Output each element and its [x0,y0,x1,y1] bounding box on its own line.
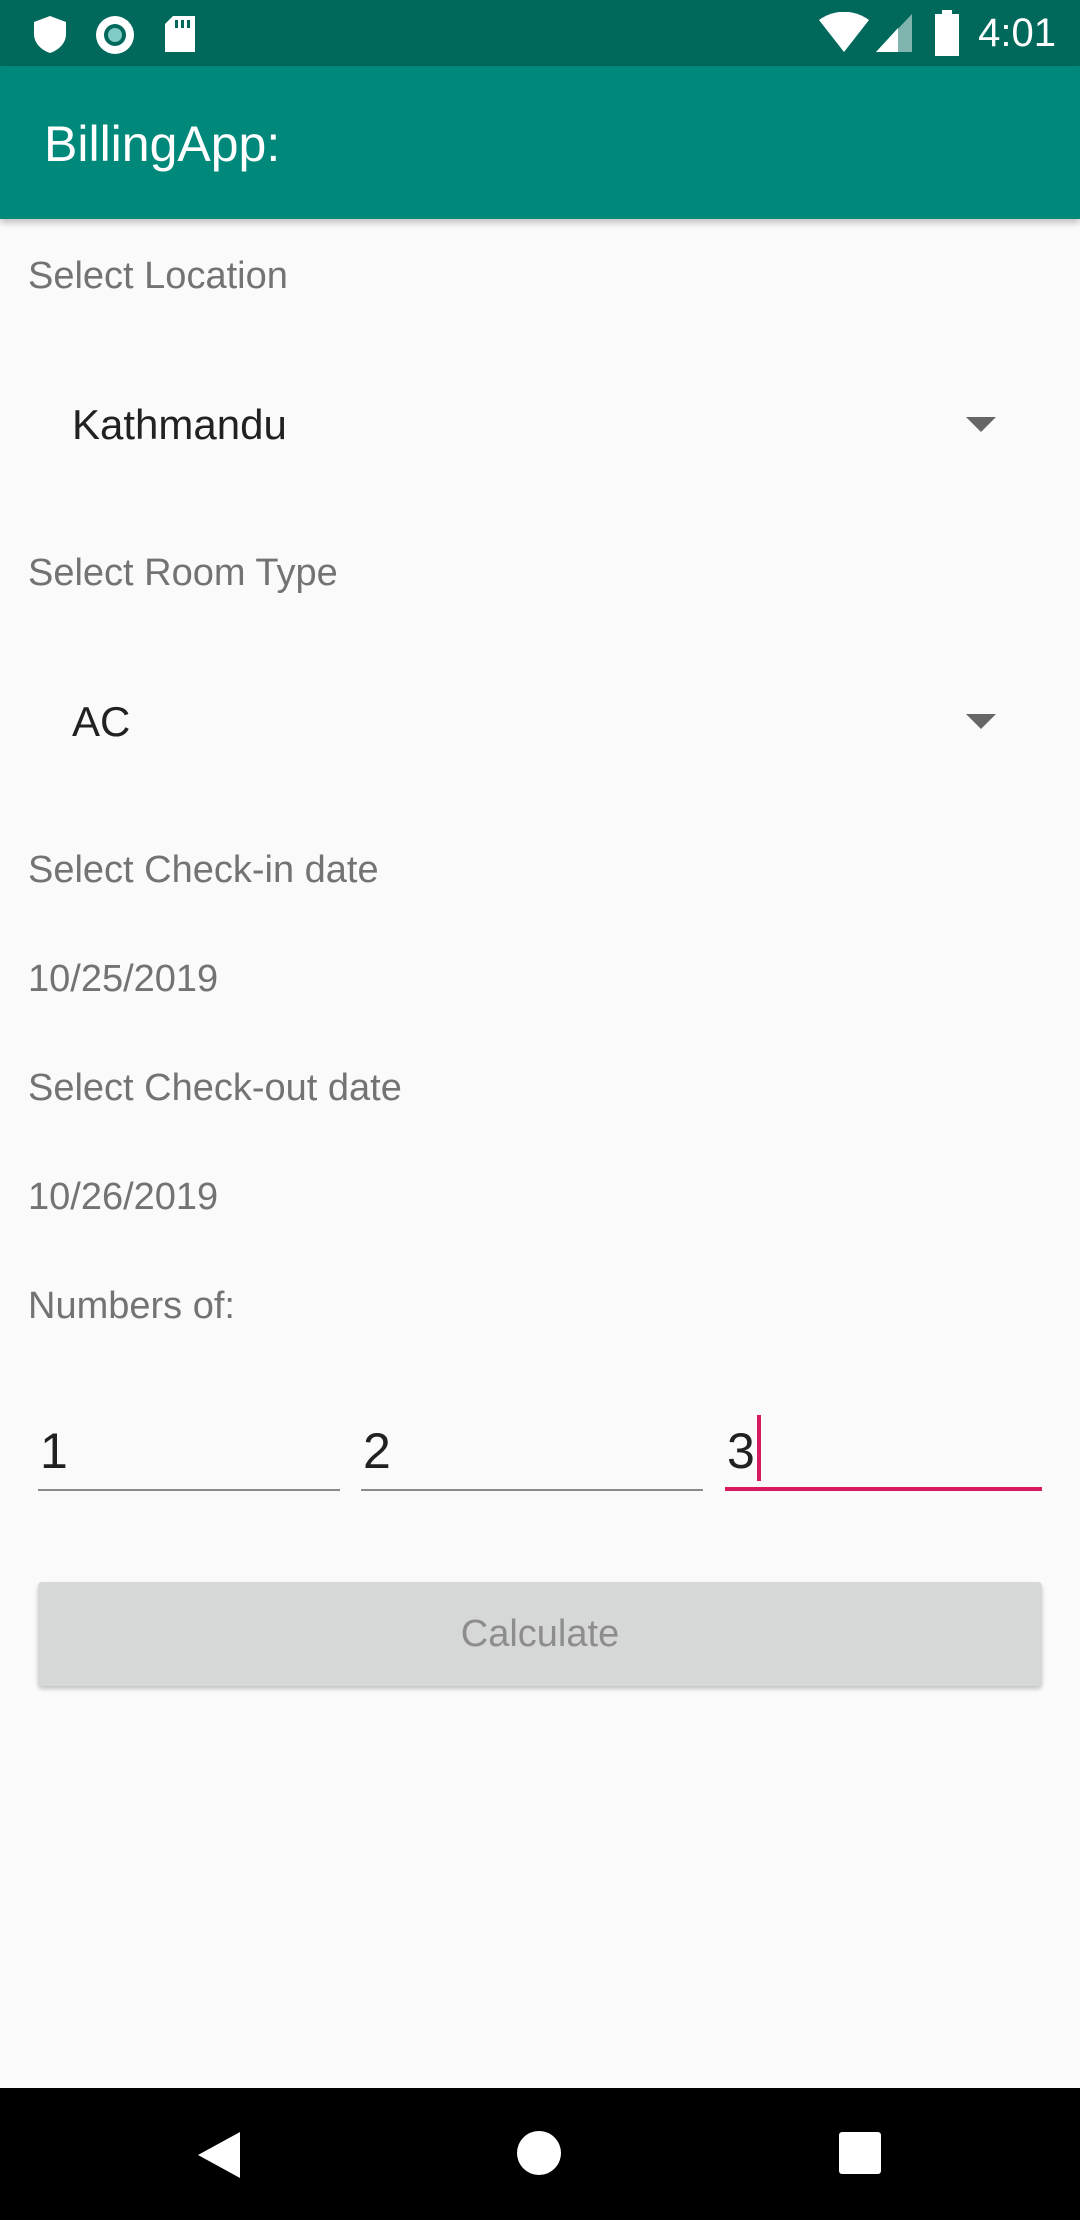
room-type-label: Select Room Type [28,552,338,594]
location-value: Kathmandu [72,401,287,448]
number-field-3[interactable]: 3 [725,1405,1042,1491]
number-field-2-value: 2 [363,1423,391,1479]
dropdown-arrow-icon [966,714,996,729]
text-cursor [757,1415,761,1481]
dropdown-arrow-icon [966,417,996,432]
status-time: 4:01 [978,11,1056,55]
location-spinner[interactable]: Kathmandu [28,365,1052,485]
screen: 4:01 BillingApp: Select Location Kathman… [0,0,1080,2220]
number-field-1-value: 1 [40,1423,68,1479]
field-underline [361,1489,703,1491]
room-type-value: AC [72,698,131,745]
sync-circle-icon [96,16,134,54]
number-field-3-value: 3 [727,1423,755,1479]
app-bar: BillingApp: [0,66,1080,219]
shield-icon [34,16,66,53]
numbers-label: Numbers of: [28,1285,235,1327]
field-underline-focused [725,1487,1042,1491]
status-bar: 4:01 [0,0,1080,66]
battery-icon [935,10,959,56]
wifi-icon [819,12,869,52]
back-icon[interactable] [196,2130,242,2180]
sd-card-icon [165,16,195,52]
checkin-label: Select Check-in date [28,849,379,891]
number-field-1[interactable]: 1 [38,1405,340,1491]
calculate-button[interactable]: Calculate [38,1582,1042,1686]
number-field-2[interactable]: 2 [361,1405,703,1491]
checkout-date[interactable]: 10/26/2019 [28,1174,218,1220]
recents-icon[interactable] [839,2132,881,2174]
app-title: BillingApp: [44,116,281,172]
home-icon[interactable] [516,2130,562,2176]
navigation-bar [0,2088,1080,2220]
field-underline [38,1489,340,1491]
signal-icon [876,14,912,52]
location-label: Select Location [28,255,288,297]
checkout-label: Select Check-out date [28,1067,402,1109]
checkin-date[interactable]: 10/25/2019 [28,956,218,1002]
room-type-spinner[interactable]: AC [28,662,1052,782]
